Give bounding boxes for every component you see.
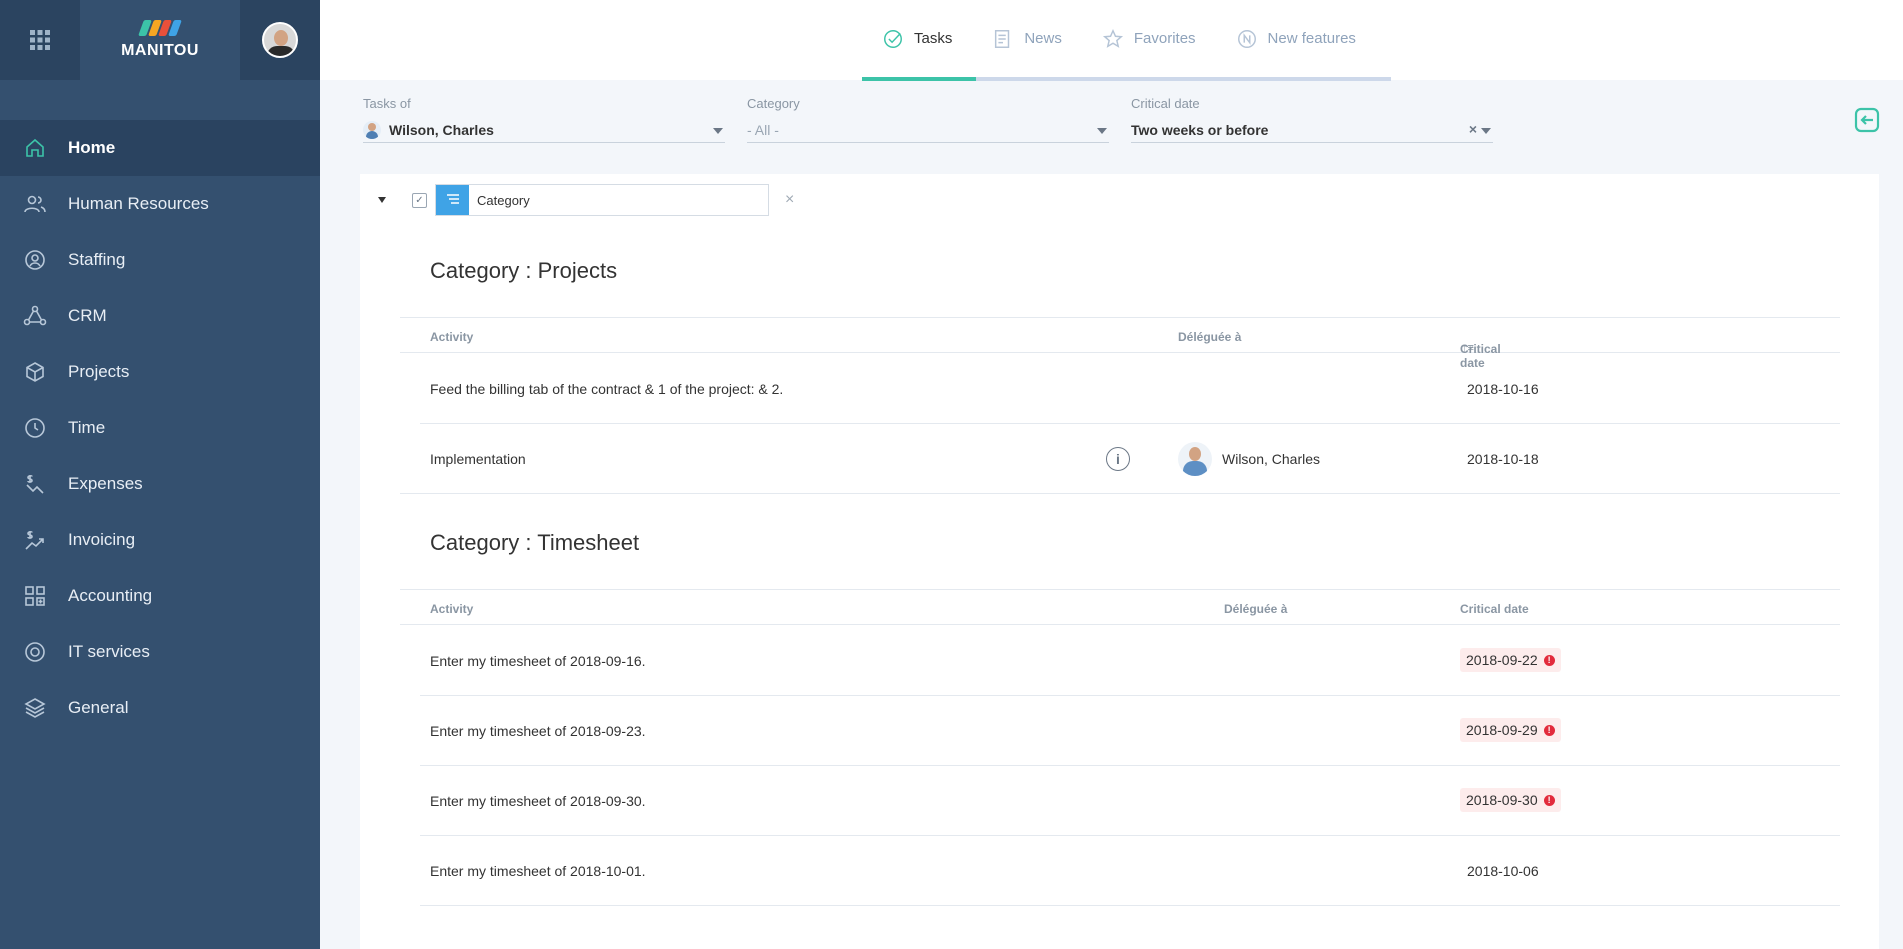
critical-date-filter: Critical date Two weeks or before × [1131,96,1493,143]
crm-icon [22,303,48,329]
sidebar-item-label: Projects [68,362,130,381]
delegated-user: Wilson, Charles [1178,442,1320,476]
sidebar-header: MANITOU [0,0,320,80]
user-avatar[interactable] [240,0,320,80]
sidebar-item-label: Human Resources [68,194,209,213]
sort-ascending-icon: ↑≡ [1462,342,1474,354]
table-row[interactable]: Enter my timesheet of 2018-09-16. 2018-0… [420,626,1840,696]
table-row[interactable]: Enter my timesheet of 2018-10-01. 2018-1… [420,836,1840,906]
overdue-date: 2018-09-29! [1460,718,1561,742]
group-list-icon[interactable] [436,185,469,215]
column-delegated[interactable]: Déléguée à [1224,602,1287,616]
check-circle-icon [882,28,904,50]
sidebar-item-human-resources[interactable]: Human Resources [0,176,320,232]
tab-news[interactable]: News [972,0,1082,77]
table-row[interactable]: Enter my timesheet of 2018-09-23. 2018-0… [420,696,1840,766]
sidebar-item-invoicing[interactable]: Invoicing [0,512,320,568]
critical-date-select[interactable]: Two weeks or before × [1131,117,1493,143]
cube-icon [22,359,48,385]
sidebar: MANITOU Home Human Resources Staffing CR… [0,0,320,949]
sidebar-item-staffing[interactable]: Staffing [0,232,320,288]
tab-new-features[interactable]: New features [1216,0,1376,77]
chevron-down-icon [1481,128,1491,134]
clock-icon [22,415,48,441]
home-icon [22,135,48,161]
overdue-date: 2018-09-30! [1460,788,1561,812]
accounting-icon [22,583,48,609]
invoicing-icon [22,527,48,553]
column-delegated[interactable]: Déléguée à [1178,330,1241,344]
alert-icon: ! [1543,654,1555,666]
new-badge-icon [1236,28,1258,50]
table-row[interactable]: Implementation i Wilson, Charles 2018-10… [400,424,1840,494]
sidebar-item-it-services[interactable]: IT services [0,624,320,680]
alert-icon: ! [1543,724,1555,736]
table-row[interactable]: Feed the billing tab of the contract & 1… [420,354,1840,424]
filter-label: Critical date [1131,96,1200,111]
layers-icon [22,695,48,721]
sidebar-item-label: General [68,698,129,717]
app-name: MANITOU [121,42,199,59]
exit-icon[interactable] [1853,106,1881,134]
clear-icon[interactable]: × [1469,121,1477,137]
group-by-bar: ✓ Category × [378,184,794,216]
tab-tasks[interactable]: Tasks [862,0,972,77]
collapse-toggle-icon[interactable] [378,197,386,203]
tab-underline [862,77,1391,81]
chevron-down-icon [713,128,723,134]
user-avatar-small [363,120,381,139]
sidebar-item-label: Home [68,138,116,157]
sidebar-item-label: Accounting [68,586,153,605]
tasks-of-filter: Tasks of Wilson, Charles [363,96,725,143]
select-all-checkbox[interactable]: ✓ [412,192,427,208]
top-bar: Tasks News Favorites New features [320,0,1903,81]
column-activity[interactable]: Activity [430,330,473,344]
sidebar-item-projects[interactable]: Projects [0,344,320,400]
tasks-of-select[interactable]: Wilson, Charles [363,117,725,143]
table-row[interactable]: Enter my timesheet of 2018-09-30. 2018-0… [420,766,1840,836]
main-nav: Home Human Resources Staffing CRM Projec… [0,120,320,736]
sidebar-item-label: IT services [68,642,150,661]
apps-grid-icon[interactable] [0,0,80,80]
sidebar-item-label: Staffing [68,250,126,269]
sidebar-item-label: Expenses [68,474,143,493]
app-logo[interactable]: MANITOU [80,0,240,80]
column-activity[interactable]: Activity [430,602,473,616]
lifebuoy-icon [22,639,48,665]
table-header: Activity Déléguée à Critical date ↑≡ [400,317,1840,370]
tab-favorites[interactable]: Favorites [1082,0,1216,77]
star-icon [1102,28,1124,50]
overdue-date: 2018-09-22! [1460,648,1561,672]
sidebar-item-crm[interactable]: CRM [0,288,320,344]
chevron-down-icon [1097,128,1107,134]
group-title: Category : Projects [430,258,618,283]
group-by-field[interactable]: Category [435,184,769,216]
sidebar-item-accounting[interactable]: Accounting [0,568,320,624]
sidebar-item-expenses[interactable]: Expenses [0,456,320,512]
sidebar-item-label: CRM [68,306,107,325]
tasks-panel: ✓ Category × Category : Projects Activit… [360,174,1879,949]
category-select[interactable]: - All - [747,117,1109,143]
avatar [1178,442,1212,476]
filter-label: Category [747,96,800,111]
home-tabs: Tasks News Favorites New features [862,0,1376,80]
filter-label: Tasks of [363,96,411,111]
sidebar-item-label: Invoicing [68,530,136,549]
sidebar-item-home[interactable]: Home [0,120,320,176]
expenses-icon [22,471,48,497]
logo-mark-icon [138,20,182,36]
close-icon[interactable]: × [785,191,794,209]
staffing-icon [22,247,48,273]
news-icon [992,28,1014,50]
sidebar-item-label: Time [68,418,106,437]
column-critical-date[interactable]: Critical date [1460,602,1529,616]
group-title: Category : Timesheet [430,530,640,555]
category-filter: Category - All - [747,96,1109,143]
sidebar-item-general[interactable]: General [0,680,320,736]
people-icon [22,191,48,217]
alert-icon: ! [1543,794,1555,806]
table-header: Activity Déléguée à Critical date [400,589,1840,625]
sidebar-item-time[interactable]: Time [0,400,320,456]
info-icon[interactable]: i [1106,447,1130,471]
